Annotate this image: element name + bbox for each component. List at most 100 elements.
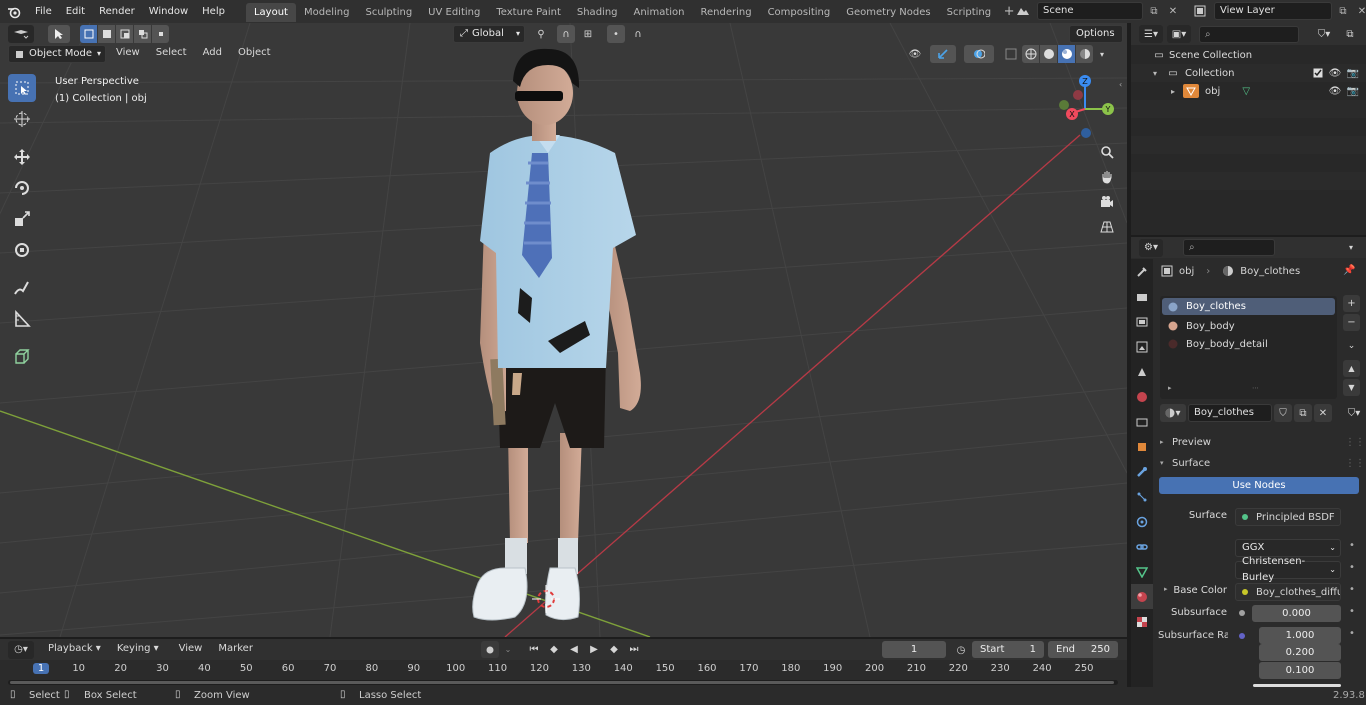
snap-icon[interactable]: ∩	[557, 25, 575, 43]
tab-compositing[interactable]: Compositing	[760, 3, 839, 22]
scale-tool[interactable]	[8, 205, 36, 233]
ortho-grid-icon[interactable]	[1096, 216, 1118, 238]
options-dropdown[interactable]: Options	[1069, 25, 1123, 43]
obj-expand-icon[interactable]: ▸	[1171, 87, 1183, 96]
menu-object[interactable]: Object	[232, 45, 277, 63]
tab-layout[interactable]: Layout	[245, 3, 296, 22]
data-tab-icon[interactable]	[1131, 559, 1153, 584]
timeline-editor-icon[interactable]: ◷▾	[8, 640, 34, 659]
menu-edit[interactable]: Edit	[59, 0, 92, 23]
link-type-icon[interactable]: ⛉▾	[1342, 404, 1366, 422]
xray-icon[interactable]	[1002, 45, 1020, 63]
base-color-texture-field[interactable]: Boy_clothes_diffuse...	[1235, 583, 1341, 601]
tab-animation[interactable]: Animation	[626, 3, 693, 22]
obj-camera-icon[interactable]: 📷	[1344, 86, 1362, 97]
timeline-scrollbar[interactable]	[8, 680, 1118, 685]
menu-add[interactable]: Add	[197, 45, 228, 63]
scene-tab-icon[interactable]	[1131, 359, 1153, 384]
properties-options-icon[interactable]: ▾	[1342, 239, 1360, 257]
play-icon[interactable]: ▶	[585, 641, 603, 658]
viewport-scene[interactable]	[0, 23, 1127, 637]
pan-hand-icon[interactable]	[1096, 166, 1118, 188]
tool-tab-icon[interactable]	[1131, 259, 1153, 284]
tab-scripting[interactable]: Scripting	[939, 3, 999, 22]
current-frame-field[interactable]: 1	[882, 641, 946, 658]
proportional-edit-icon[interactable]: •	[607, 25, 625, 43]
collection-tab-icon[interactable]	[1131, 409, 1153, 434]
surface-panel-header[interactable]: ▾ Surface ⋮⋮	[1160, 454, 1365, 472]
visibility-icon[interactable]: 👁	[902, 45, 928, 63]
new-collection-icon[interactable]: ⧉	[1341, 25, 1359, 43]
constraints-tab-icon[interactable]	[1131, 534, 1153, 559]
radius-y-field[interactable]: 0.200	[1259, 644, 1341, 661]
object-tab-icon[interactable]	[1131, 434, 1153, 459]
tree-row-obj[interactable]: ▸ obj ▽ 👁 📷	[1131, 82, 1366, 100]
new-selection-icon[interactable]	[80, 25, 97, 43]
menu-file[interactable]: File	[28, 0, 59, 23]
remove-slot-icon[interactable]: −	[1343, 314, 1360, 331]
preview-panel-header[interactable]: ▸ Preview ⋮⋮	[1160, 433, 1365, 451]
scene-icon[interactable]	[1012, 2, 1034, 20]
remove-scene-icon[interactable]: ✕	[1165, 6, 1181, 17]
new-scene-icon[interactable]: ⧉	[1146, 6, 1162, 17]
extend-selection-icon[interactable]	[98, 25, 115, 43]
base-color-expand-icon[interactable]: ▸	[1164, 585, 1168, 593]
stopwatch-icon[interactable]: ◷	[953, 642, 969, 658]
add-slot-icon[interactable]: +	[1343, 295, 1360, 312]
browse-material-icon[interactable]: ▾	[1160, 404, 1186, 422]
surface-shader-field[interactable]: Principled BSDF	[1235, 508, 1341, 526]
pivot-icon[interactable]: ⚲	[529, 25, 553, 43]
cursor-tool[interactable]	[8, 105, 36, 133]
view-layer-icon[interactable]	[1189, 2, 1211, 20]
mode-dropdown[interactable]: Object Mode ▾	[8, 45, 106, 63]
record-icon[interactable]	[481, 641, 499, 658]
collection-camera-icon[interactable]: 📷	[1344, 68, 1362, 79]
view-layer-tab-icon[interactable]	[1131, 334, 1153, 359]
tab-uv-editing[interactable]: UV Editing	[420, 3, 488, 22]
tab-texture-paint[interactable]: Texture Paint	[488, 3, 569, 22]
3d-viewport[interactable]: Object Mode ▾ View Select Add Object ⤢ G…	[0, 23, 1127, 637]
menu-view[interactable]: View	[110, 45, 146, 63]
fake-user-icon[interactable]: ⛉	[1274, 404, 1292, 422]
start-frame-field[interactable]: Start 1	[972, 641, 1044, 658]
drag-grip-icon[interactable]: ⋮⋮	[1345, 458, 1365, 469]
use-nodes-button[interactable]: Use Nodes	[1159, 477, 1359, 494]
remove-view-layer-icon[interactable]: ✕	[1354, 6, 1366, 17]
sidebar-toggle-icon[interactable]: ‹	[1119, 80, 1122, 89]
zoom-icon[interactable]	[1096, 141, 1118, 163]
duplicate-material-icon[interactable]: ⧉	[1294, 404, 1312, 422]
slot-specials-icon[interactable]: ⌄	[1343, 337, 1360, 354]
move-tool[interactable]	[8, 143, 36, 171]
drag-grip-icon[interactable]: ⋮⋮	[1345, 437, 1365, 448]
mesh-data-icon[interactable]: ▽	[1238, 86, 1254, 97]
output-tab-icon[interactable]	[1131, 309, 1153, 334]
rendered-shading-icon[interactable]	[1076, 45, 1093, 63]
tree-row-collection[interactable]: ▾ ▭ Collection 👁 📷	[1131, 64, 1366, 82]
jump-start-icon[interactable]: ⏮	[525, 641, 543, 658]
menu-help[interactable]: Help	[195, 0, 232, 23]
transform-tool[interactable]	[8, 236, 36, 264]
material-shading-icon[interactable]	[1058, 45, 1075, 63]
subtract-selection-icon[interactable]	[116, 25, 133, 43]
tab-sculpting[interactable]: Sculpting	[357, 3, 420, 22]
pin-icon[interactable]: 📌	[1343, 265, 1355, 276]
radius-x-field[interactable]: 1.000	[1259, 627, 1341, 644]
slot-boy-body[interactable]: Boy_body	[1162, 317, 1335, 335]
filter-icon[interactable]: ⛉▾	[1311, 25, 1337, 43]
outliner-editor-icon[interactable]: ☰▾	[1139, 25, 1163, 43]
texture-tab-icon[interactable]	[1131, 609, 1153, 634]
next-keyframe-icon[interactable]: ◆	[605, 641, 623, 658]
prev-keyframe-icon[interactable]: ◆	[545, 641, 563, 658]
radius-z-field[interactable]: 0.100	[1259, 662, 1341, 679]
material-name-field[interactable]: Boy_clothes	[1188, 404, 1272, 422]
menu-marker[interactable]: Marker	[212, 641, 259, 659]
tab-shading[interactable]: Shading	[569, 3, 626, 22]
particles-tab-icon[interactable]	[1131, 484, 1153, 509]
display-mode-icon[interactable]: ▣▾	[1167, 25, 1191, 43]
move-slot-down-icon[interactable]: ▼	[1343, 379, 1360, 396]
rotate-tool[interactable]	[8, 174, 36, 202]
menu-select[interactable]: Select	[150, 45, 193, 63]
move-slot-up-icon[interactable]: ▲	[1343, 360, 1360, 377]
navigation-gizmo[interactable]: Z Y X	[1052, 73, 1118, 139]
slot-boy-body-detail[interactable]: Boy_body_detail	[1162, 335, 1335, 353]
